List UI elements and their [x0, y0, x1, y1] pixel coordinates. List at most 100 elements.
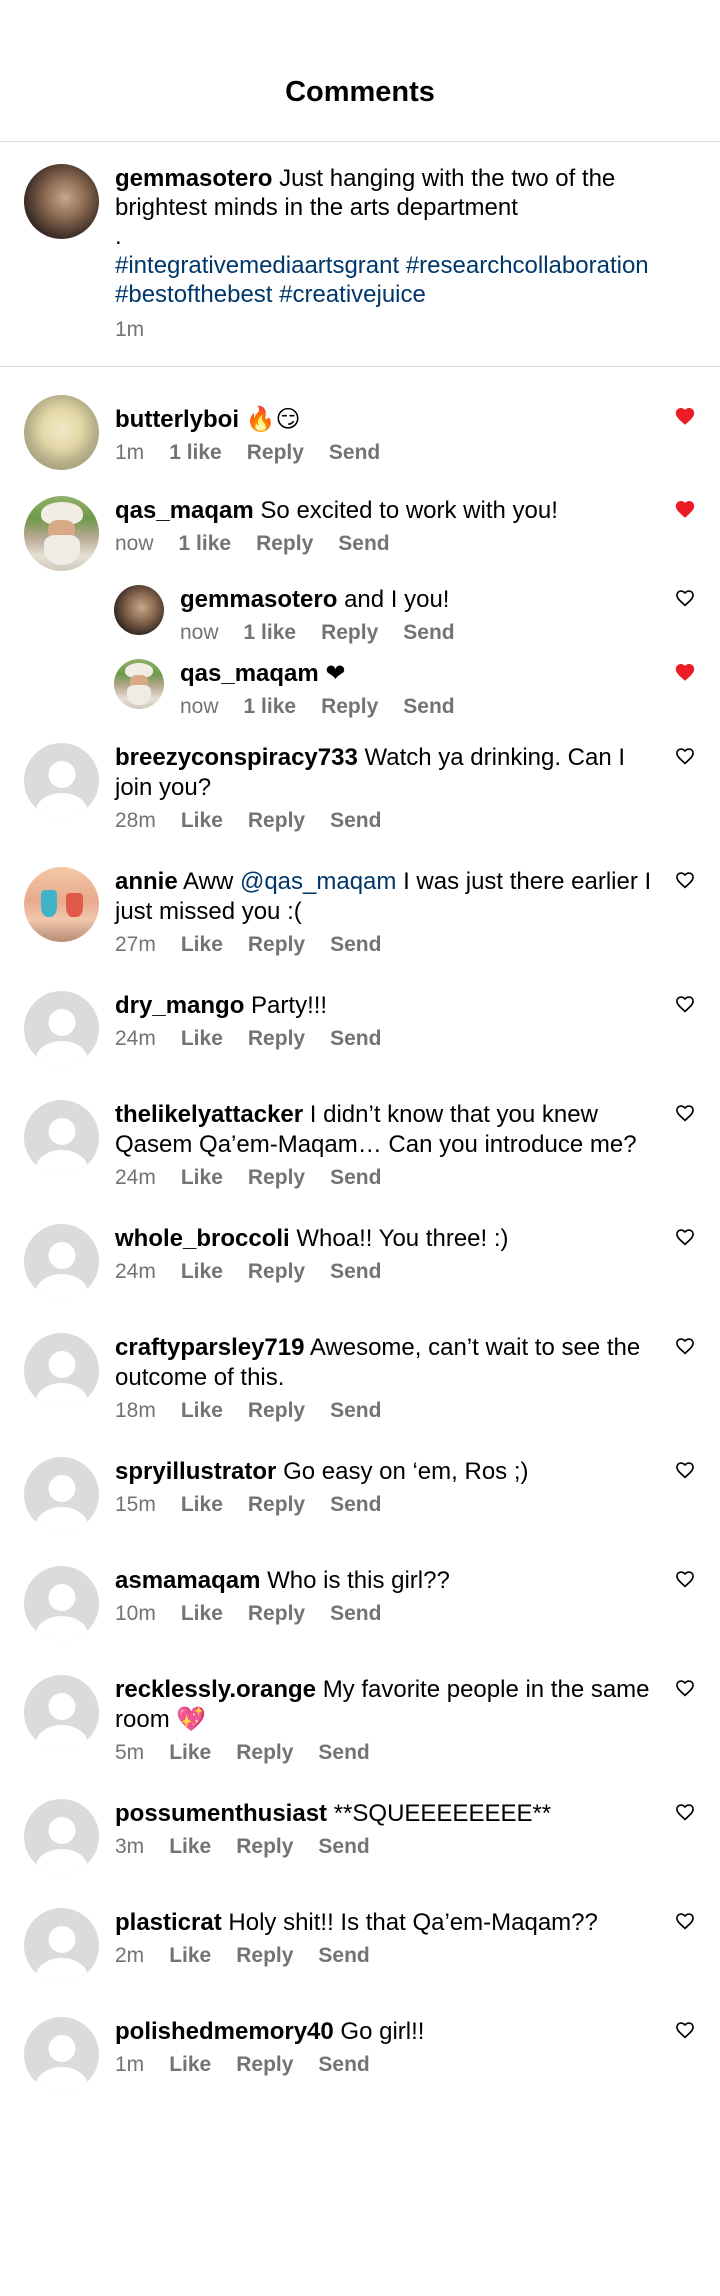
like-button[interactable]: Like	[181, 933, 223, 957]
avatar[interactable]	[24, 1224, 99, 1299]
reply-button[interactable]: Reply	[236, 2053, 293, 2077]
mention-link[interactable]: @qas_maqam	[240, 868, 396, 895]
send-button[interactable]: Send	[318, 1944, 369, 1968]
avatar[interactable]	[114, 585, 164, 635]
heart-outline-icon[interactable]	[674, 1568, 696, 1590]
comment-username[interactable]: breezyconspiracy733	[115, 744, 358, 771]
reply-button[interactable]: Reply	[248, 1399, 305, 1423]
like-button[interactable]: Like	[169, 1741, 211, 1765]
avatar[interactable]	[24, 1799, 99, 1874]
avatar[interactable]	[24, 164, 99, 239]
heart-outline-icon[interactable]	[674, 1801, 696, 1823]
heart-outline-icon[interactable]	[674, 1677, 696, 1699]
avatar[interactable]	[24, 991, 99, 1066]
like-button[interactable]: Like	[181, 1260, 223, 1284]
comment-username[interactable]: polishedmemory40	[115, 2018, 334, 2045]
avatar[interactable]	[24, 1100, 99, 1175]
reply-button[interactable]: Reply	[236, 1835, 293, 1859]
heart-outline-icon[interactable]	[674, 1910, 696, 1932]
heart-outline-icon[interactable]	[674, 1226, 696, 1248]
reply-button[interactable]: Reply	[248, 933, 305, 957]
like-button[interactable]: Like	[181, 1399, 223, 1423]
avatar[interactable]	[24, 1566, 99, 1641]
like-count[interactable]: 1 like	[169, 441, 222, 465]
comment-username[interactable]: qas_maqam	[180, 660, 319, 687]
comment-username[interactable]: possumenthusiast	[115, 1800, 327, 1827]
reply-button[interactable]: Reply	[248, 809, 305, 833]
send-button[interactable]: Send	[318, 1741, 369, 1765]
reply-button[interactable]: Reply	[236, 1944, 293, 1968]
reply-button[interactable]: Reply	[321, 695, 378, 719]
heart-outline-icon[interactable]	[674, 869, 696, 891]
like-button[interactable]: Like	[181, 809, 223, 833]
reply-button[interactable]: Reply	[248, 1602, 305, 1626]
heart-filled-icon[interactable]	[674, 405, 696, 427]
send-button[interactable]: Send	[318, 1835, 369, 1859]
comment-username[interactable]: gemmasotero	[180, 586, 337, 613]
heart-outline-icon[interactable]	[674, 587, 696, 609]
send-button[interactable]: Send	[403, 621, 454, 645]
heart-outline-icon[interactable]	[674, 1459, 696, 1481]
like-button[interactable]: Like	[169, 2053, 211, 2077]
comment-username[interactable]: butterlyboi	[115, 406, 239, 433]
avatar[interactable]	[24, 1675, 99, 1750]
comment-username[interactable]: asmamaqam	[115, 1567, 260, 1594]
heart-outline-icon[interactable]	[674, 993, 696, 1015]
heart-outline-icon[interactable]	[674, 1335, 696, 1357]
send-button[interactable]: Send	[330, 1493, 381, 1517]
avatar[interactable]	[24, 395, 99, 470]
comment-username[interactable]: plasticrat	[115, 1909, 222, 1936]
heart-outline-icon[interactable]	[674, 745, 696, 767]
comment-username[interactable]: craftyparsley719	[115, 1334, 304, 1361]
send-button[interactable]: Send	[330, 1260, 381, 1284]
avatar[interactable]	[24, 496, 99, 571]
like-count[interactable]: 1 like	[244, 695, 297, 719]
like-button[interactable]: Like	[169, 1944, 211, 1968]
heart-outline-icon[interactable]	[674, 2019, 696, 2041]
comment-username[interactable]: whole_broccoli	[115, 1225, 290, 1252]
like-button[interactable]: Like	[181, 1027, 223, 1051]
send-button[interactable]: Send	[338, 532, 389, 556]
avatar[interactable]	[24, 743, 99, 818]
comment-username[interactable]: thelikelyattacker	[115, 1101, 303, 1128]
comment-username[interactable]: spryillustrator	[115, 1458, 276, 1485]
like-count[interactable]: 1 like	[244, 621, 297, 645]
reply-button[interactable]: Reply	[248, 1027, 305, 1051]
heart-filled-icon[interactable]	[674, 498, 696, 520]
comment-username[interactable]: recklessly.orange	[115, 1676, 316, 1703]
reply-button[interactable]: Reply	[247, 441, 304, 465]
avatar[interactable]	[24, 1333, 99, 1408]
caption-username[interactable]: gemmasotero	[115, 165, 272, 192]
send-button[interactable]: Send	[330, 1027, 381, 1051]
send-button[interactable]: Send	[330, 933, 381, 957]
like-button[interactable]: Like	[181, 1493, 223, 1517]
send-button[interactable]: Send	[330, 1399, 381, 1423]
like-button[interactable]: Like	[169, 1835, 211, 1859]
send-button[interactable]: Send	[329, 441, 380, 465]
reply-button[interactable]: Reply	[256, 532, 313, 556]
avatar[interactable]	[24, 1457, 99, 1532]
like-button[interactable]: Like	[181, 1166, 223, 1190]
comment-username[interactable]: dry_mango	[115, 992, 244, 1019]
send-button[interactable]: Send	[330, 809, 381, 833]
heart-outline-icon[interactable]	[674, 1102, 696, 1124]
reply-button[interactable]: Reply	[236, 1741, 293, 1765]
like-count[interactable]: 1 like	[179, 532, 232, 556]
avatar[interactable]	[24, 1908, 99, 1983]
comment-username[interactable]: annie	[115, 868, 178, 895]
send-button[interactable]: Send	[318, 2053, 369, 2077]
comment-username[interactable]: qas_maqam	[115, 497, 254, 524]
heart-filled-icon[interactable]	[674, 661, 696, 683]
avatar[interactable]	[24, 2017, 99, 2092]
caption-hashtags[interactable]: #integrativemediaartsgrant #researchcoll…	[115, 251, 695, 309]
send-button[interactable]: Send	[403, 695, 454, 719]
send-button[interactable]: Send	[330, 1166, 381, 1190]
like-button[interactable]: Like	[181, 1602, 223, 1626]
reply-button[interactable]: Reply	[321, 621, 378, 645]
reply-button[interactable]: Reply	[248, 1260, 305, 1284]
reply-button[interactable]: Reply	[248, 1493, 305, 1517]
send-button[interactable]: Send	[330, 1602, 381, 1626]
avatar[interactable]	[114, 659, 164, 709]
avatar[interactable]	[24, 867, 99, 942]
reply-button[interactable]: Reply	[248, 1166, 305, 1190]
